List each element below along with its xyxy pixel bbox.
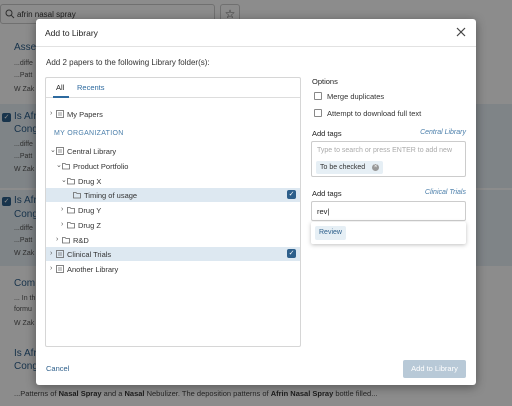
tab-all[interactable]: All: [56, 83, 64, 92]
folder-icon: [67, 207, 75, 214]
add-to-library-dialog: Add to Library Add 2 papers to the follo…: [36, 19, 476, 385]
folder-tabs: All Recents: [46, 78, 300, 98]
tag-suggestions-dropdown: Review: [311, 222, 466, 244]
tags-input-value[interactable]: rev|: [317, 207, 329, 216]
merge-duplicates-label: Merge duplicates: [327, 92, 385, 101]
tree-item-label: Drug X: [78, 177, 102, 186]
tree-item-drug-y[interactable]: › Drug Y: [46, 203, 300, 217]
tree-item-label: Product Portfolio: [73, 162, 129, 171]
dialog-subtitle: Add 2 papers to the following Library fo…: [46, 58, 210, 67]
cancel-button[interactable]: Cancel: [46, 364, 69, 373]
library-icon: [56, 147, 64, 155]
folder-icon: [62, 163, 70, 170]
tag-chip: To be checked ×: [316, 161, 384, 174]
tree-item-another-library[interactable]: › Another Library: [46, 262, 300, 276]
folder-icon: [67, 178, 75, 185]
tree-item-label: Drug Y: [78, 206, 102, 215]
add-tags-heading: Add tags: [312, 189, 342, 198]
organization-heading: MY ORGANIZATION: [54, 130, 124, 137]
tags-placeholder: Type to search or press ENTER to add new: [317, 147, 453, 154]
add-to-library-button[interactable]: Add to Library: [403, 360, 466, 378]
tags-library-name: Central Library: [420, 129, 466, 136]
library-icon: [56, 265, 64, 273]
tree-item-timing-of-usage[interactable]: Timing of usage ✓: [46, 188, 300, 202]
folder-icon: [67, 222, 75, 229]
tree-item-label: Clinical Trials: [67, 250, 112, 259]
tag-suggestion-item[interactable]: Review: [315, 226, 346, 240]
folder-checkbox[interactable]: ✓: [287, 249, 296, 258]
tree-item-my-papers[interactable]: › My Papers: [46, 107, 300, 121]
central-tags-input[interactable]: Type to search or press ENTER to add new…: [311, 141, 466, 177]
tree-item-central-library[interactable]: ⌄ Central Library: [46, 144, 300, 158]
folder-icon: [62, 237, 70, 244]
tab-recents[interactable]: Recents: [77, 83, 105, 92]
tree-item-label: Another Library: [67, 265, 119, 274]
clinical-tags-input[interactable]: rev|: [311, 201, 466, 221]
remove-tag-icon[interactable]: ×: [372, 164, 380, 171]
dialog-title: Add to Library: [45, 28, 98, 38]
tree-item-label: R&D: [73, 236, 89, 245]
add-tags-heading: Add tags: [312, 129, 342, 138]
folder-tree-panel: All Recents › My Papers MY ORGANIZATION …: [45, 77, 301, 347]
library-icon: [56, 110, 64, 118]
folder-checkbox[interactable]: ✓: [287, 190, 296, 199]
download-full-text-checkbox[interactable]: [314, 109, 322, 117]
tree-item-clinical-trials[interactable]: › Clinical Trials ✓: [46, 247, 300, 261]
dialog-header: Add to Library: [36, 19, 476, 47]
tree-item-drug-z[interactable]: › Drug Z: [46, 218, 300, 232]
tree-item-label: Central Library: [67, 147, 117, 156]
tree-item-rd[interactable]: › R&D: [46, 233, 300, 247]
tree-item-label: Timing of usage: [84, 191, 138, 200]
close-icon[interactable]: [455, 26, 467, 38]
tree-item-label: Drug Z: [78, 221, 101, 230]
merge-duplicates-checkbox[interactable]: [314, 92, 322, 100]
tag-chip-label: To be checked: [320, 164, 366, 171]
library-icon: [56, 250, 64, 258]
tree-item-product-portfolio[interactable]: ⌄ Product Portfolio: [46, 159, 300, 173]
tree-item-label: My Papers: [67, 110, 103, 119]
options-heading: Options: [312, 77, 338, 86]
download-full-text-label: Attempt to download full text: [327, 109, 422, 118]
folder-icon: [73, 192, 81, 199]
tags-library-name: Clinical Trials: [424, 189, 466, 196]
tree-item-drug-x[interactable]: ⌄ Drug X: [46, 174, 300, 188]
active-tab-indicator: [53, 96, 69, 98]
